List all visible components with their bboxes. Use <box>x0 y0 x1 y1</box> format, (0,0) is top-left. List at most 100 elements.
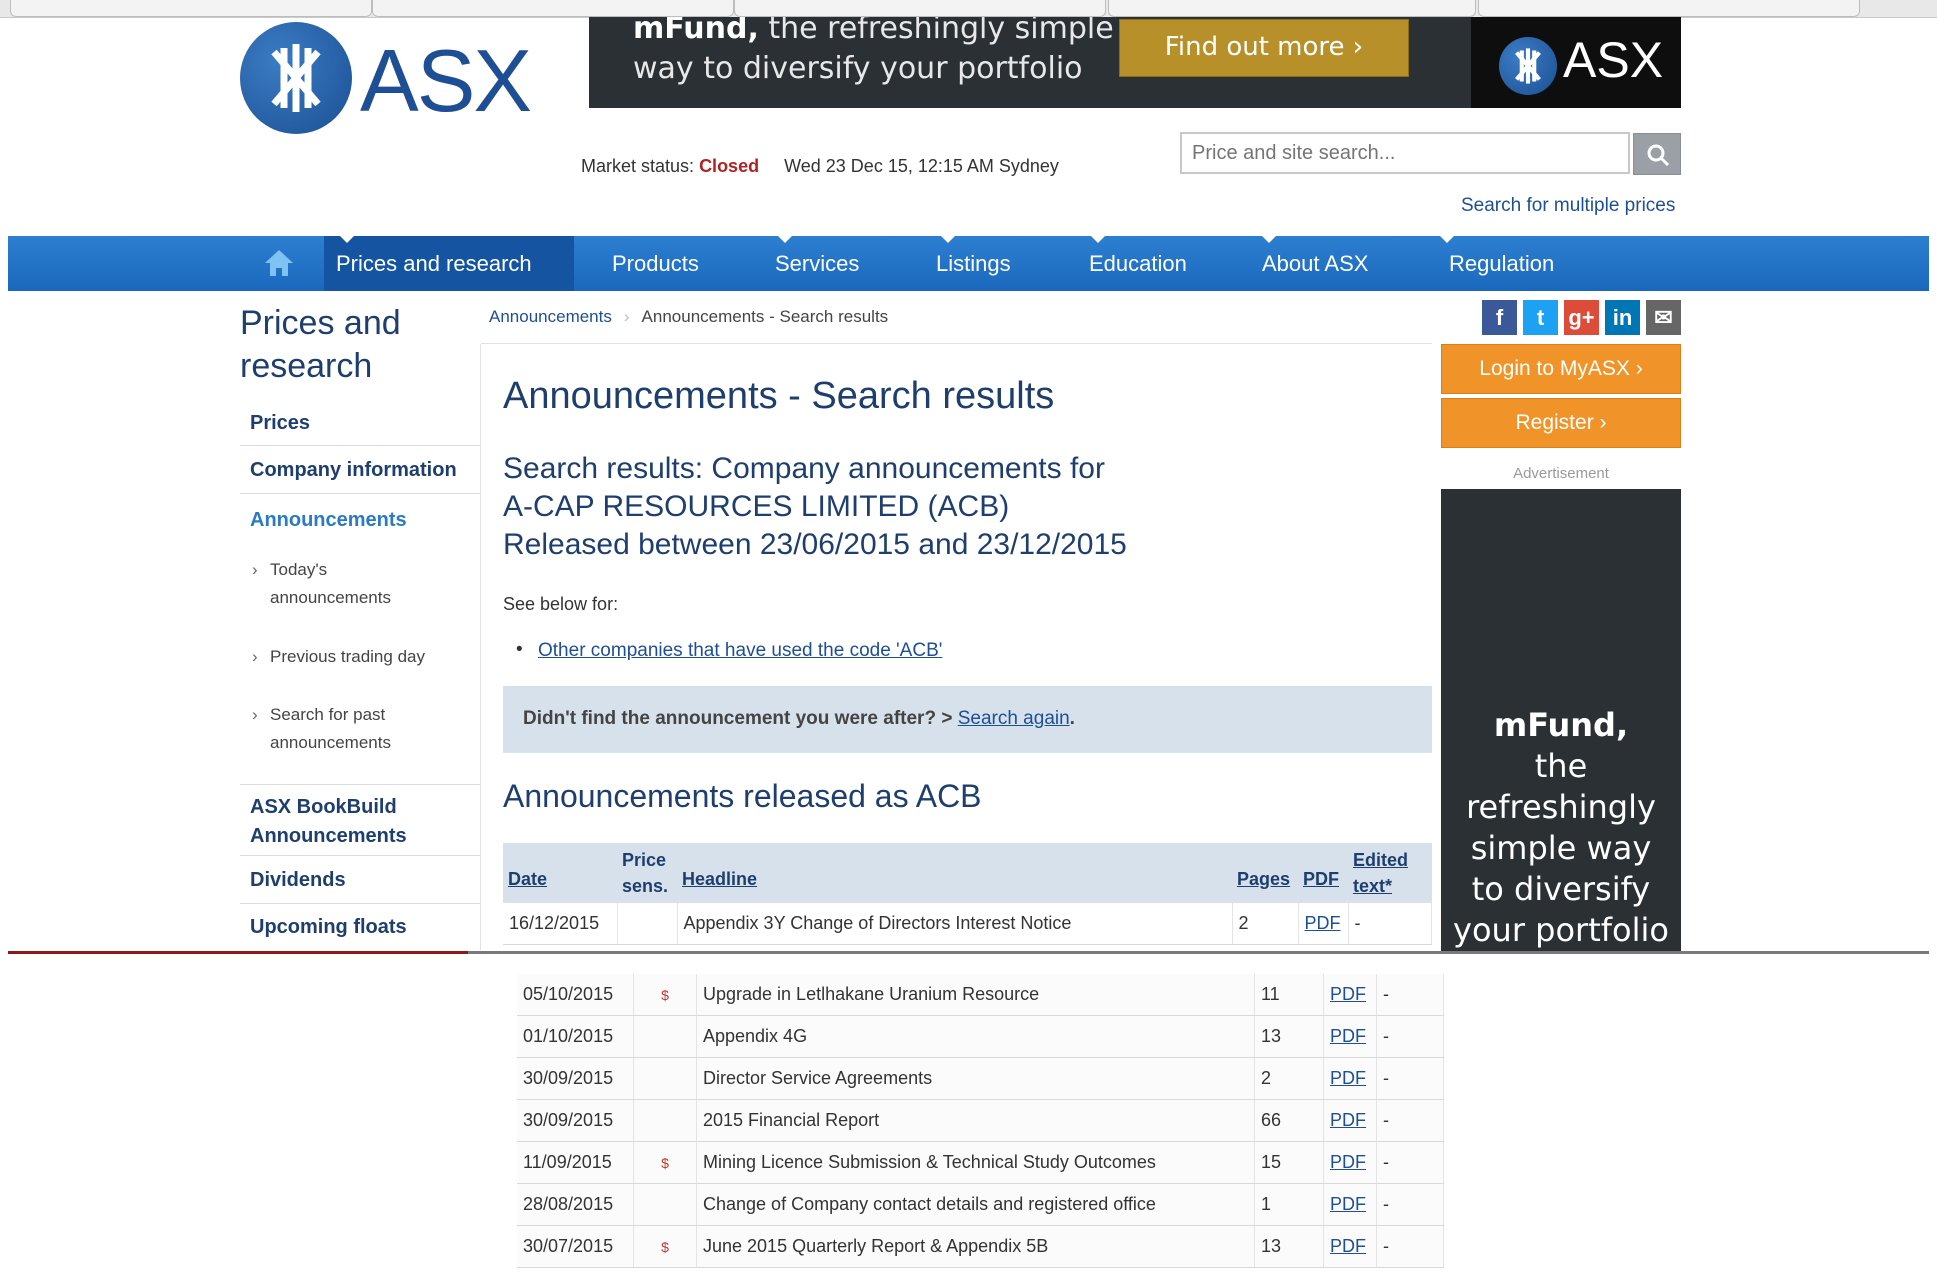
row-price-sensitive: $ <box>633 974 697 1016</box>
google-plus-icon[interactable]: g+ <box>1564 300 1599 335</box>
pdf-column-header[interactable]: PDF <box>1298 843 1348 903</box>
table-header-row: Date Price sens. Headline Pages PDF Edite… <box>503 843 1432 903</box>
nav-listings[interactable]: Listings <box>936 236 1011 291</box>
table-row: 16/12/2015 Appendix 3Y Change of Directo… <box>503 903 1432 945</box>
row-headline[interactable]: Appendix 4G <box>696 1015 1255 1058</box>
banner-line1: the refreshingly simple <box>758 17 1114 46</box>
row-headline[interactable]: 2015 Financial Report <box>696 1099 1255 1142</box>
headline-sort-link[interactable]: Headline <box>682 869 757 889</box>
search-again-link[interactable]: Search again <box>958 708 1070 729</box>
other-companies-link[interactable]: Other companies that have used the code … <box>538 640 942 661</box>
row-price-sensitive: $ <box>633 1141 697 1184</box>
table-row: 01/10/2015 Appendix 4G 13 PDF - <box>517 1015 1444 1058</box>
facebook-icon[interactable]: f <box>1482 300 1517 335</box>
nav-notch <box>1262 236 1276 243</box>
edited-column-header[interactable]: Edited text* <box>1348 843 1432 903</box>
nav-prices-research[interactable]: Prices and research <box>324 236 574 291</box>
sidebar-subitem-line1: Search for past <box>270 705 386 724</box>
twitter-icon[interactable]: t <box>1523 300 1558 335</box>
banner-logo-text: ASX <box>1563 32 1664 88</box>
headline-column-header[interactable]: Headline <box>677 843 1232 903</box>
find-out-more-button[interactable]: Find out more › <box>1119 19 1409 77</box>
nav-regulation[interactable]: Regulation <box>1449 236 1554 291</box>
row-pdf-link[interactable]: PDF <box>1323 1015 1377 1058</box>
date-sort-link[interactable]: Date <box>508 869 547 889</box>
row-headline[interactable]: Director Service Agreements <box>696 1057 1255 1100</box>
banner-line2: way to diversify your portfolio <box>633 51 1083 86</box>
pages-column-header[interactable]: Pages <box>1232 843 1298 903</box>
pages-sort-link[interactable]: Pages <box>1237 869 1290 889</box>
row-pdf-link[interactable]: PDF <box>1323 974 1377 1016</box>
multiple-prices-link[interactable]: Search for multiple prices <box>1461 195 1675 217</box>
nav-products[interactable]: Products <box>612 236 699 291</box>
row-pages: 13 <box>1254 1225 1324 1268</box>
announcements-table-continued: 05/10/2015 $ Upgrade in Letlhakane Uranium… <box>517 974 1444 1268</box>
sidebar-title-line1: Prices and <box>240 304 401 342</box>
edited-sort-link[interactable]: Edited <box>1353 850 1408 870</box>
sidebar-item-bookbuild[interactable]: ASX BookBuild Announcements <box>240 784 480 856</box>
results-heading-line2: A-CAP RESOURCES LIMITED (ACB) <box>503 490 1010 523</box>
browser-tab[interactable] <box>1108 0 1476 17</box>
row-edited: - <box>1348 903 1432 945</box>
main-nav: Prices and research Products Services Li… <box>8 236 1929 291</box>
chevron-right-icon: › <box>252 705 258 724</box>
sidebar-item-announcements[interactable]: Announcements <box>240 494 480 546</box>
row-headline[interactable]: Upgrade in Letlhakane Uranium Resource <box>696 974 1255 1016</box>
row-pdf-link[interactable]: PDF <box>1298 903 1349 945</box>
row-headline[interactable]: Change of Company contact details and re… <box>696 1183 1255 1226</box>
row-pages: 1 <box>1254 1183 1324 1226</box>
row-date: 30/09/2015 <box>517 1057 634 1100</box>
market-status-label: Market status: <box>581 156 695 176</box>
row-pdf-link[interactable]: PDF <box>1323 1099 1377 1142</box>
sidebar-subitem-previous-trading-day[interactable]: › Previous trading day <box>252 643 472 671</box>
row-price-sensitive <box>633 1183 697 1226</box>
row-headline[interactable]: June 2015 Quarterly Report & Appendix 5B <box>696 1225 1255 1268</box>
banner-brand: mFund, <box>633 17 759 46</box>
nav-about-asx[interactable]: About ASX <box>1262 236 1368 291</box>
row-pdf-link[interactable]: PDF <box>1323 1183 1377 1226</box>
ad-line4: to diversify <box>1471 870 1651 908</box>
sidebar-item-dividends[interactable]: Dividends <box>240 856 480 904</box>
register-button[interactable]: Register › <box>1441 398 1681 448</box>
browser-tab[interactable] <box>10 0 372 17</box>
row-pdf-link[interactable]: PDF <box>1323 1225 1377 1268</box>
search-button[interactable] <box>1633 133 1681 175</box>
login-myasx-button[interactable]: Login to MyASX › <box>1441 344 1681 394</box>
sidebar-subitem-todays-announcements[interactable]: › Today's announcements <box>252 556 472 612</box>
table-row: 11/09/2015 $ Mining Licence Submission & T… <box>517 1141 1444 1184</box>
sidebar-subitem-search-past[interactable]: › Search for past announcements <box>252 701 472 757</box>
table-row: 30/09/2015 2015 Financial Report 66 PDF - <box>517 1099 1444 1142</box>
sidebar-subitem-line1: Previous trading day <box>270 647 425 666</box>
row-pdf-link[interactable]: PDF <box>1323 1141 1377 1184</box>
sidebar-title-line2: research <box>240 347 373 385</box>
nav-education[interactable]: Education <box>1089 236 1187 291</box>
browser-tab[interactable] <box>734 0 1106 17</box>
row-headline[interactable]: Appendix 3Y Change of Directors Interest… <box>677 903 1233 945</box>
row-pages: 11 <box>1254 974 1324 1016</box>
date-column-header[interactable]: Date <box>503 843 617 903</box>
home-icon[interactable] <box>263 248 295 283</box>
sidebar-item-company-information[interactable]: Company information <box>240 446 480 494</box>
edited-sort-link[interactable]: text* <box>1353 876 1392 896</box>
mfund-banner[interactable]: mFund, the refreshingly simple way to di… <box>589 17 1681 108</box>
pdf-sort-link[interactable]: PDF <box>1303 869 1339 889</box>
email-icon[interactable]: ✉ <box>1646 300 1681 335</box>
price-site-search-input[interactable] <box>1180 132 1630 174</box>
row-date: 16/12/2015 <box>503 903 618 945</box>
row-pdf-link[interactable]: PDF <box>1323 1057 1377 1100</box>
notfound-text: Didn't find the announcement you were af… <box>523 708 958 729</box>
mfund-side-ad[interactable]: mFund, the refreshingly simple way to di… <box>1441 489 1681 951</box>
nav-services[interactable]: Services <box>775 236 859 291</box>
page-title: Announcements - Search results <box>503 375 1055 417</box>
sidebar-item-upcoming-floats[interactable]: Upcoming floats <box>240 904 480 950</box>
sidebar-item-prices[interactable]: Prices <box>240 400 480 446</box>
table-row: 30/09/2015 Director Service Agreements 2 PD… <box>517 1057 1444 1100</box>
bullet-icon: • <box>516 639 523 660</box>
ad-line1: mFund, <box>1493 706 1629 744</box>
breadcrumb-announcements[interactable]: Announcements <box>489 307 612 326</box>
linkedin-icon[interactable]: in <box>1605 300 1640 335</box>
browser-tab[interactable] <box>372 0 734 17</box>
asx-logo[interactable]: ASX <box>240 20 532 138</box>
row-headline[interactable]: Mining Licence Submission & Technical St… <box>696 1141 1255 1184</box>
browser-tab[interactable] <box>1478 0 1860 17</box>
